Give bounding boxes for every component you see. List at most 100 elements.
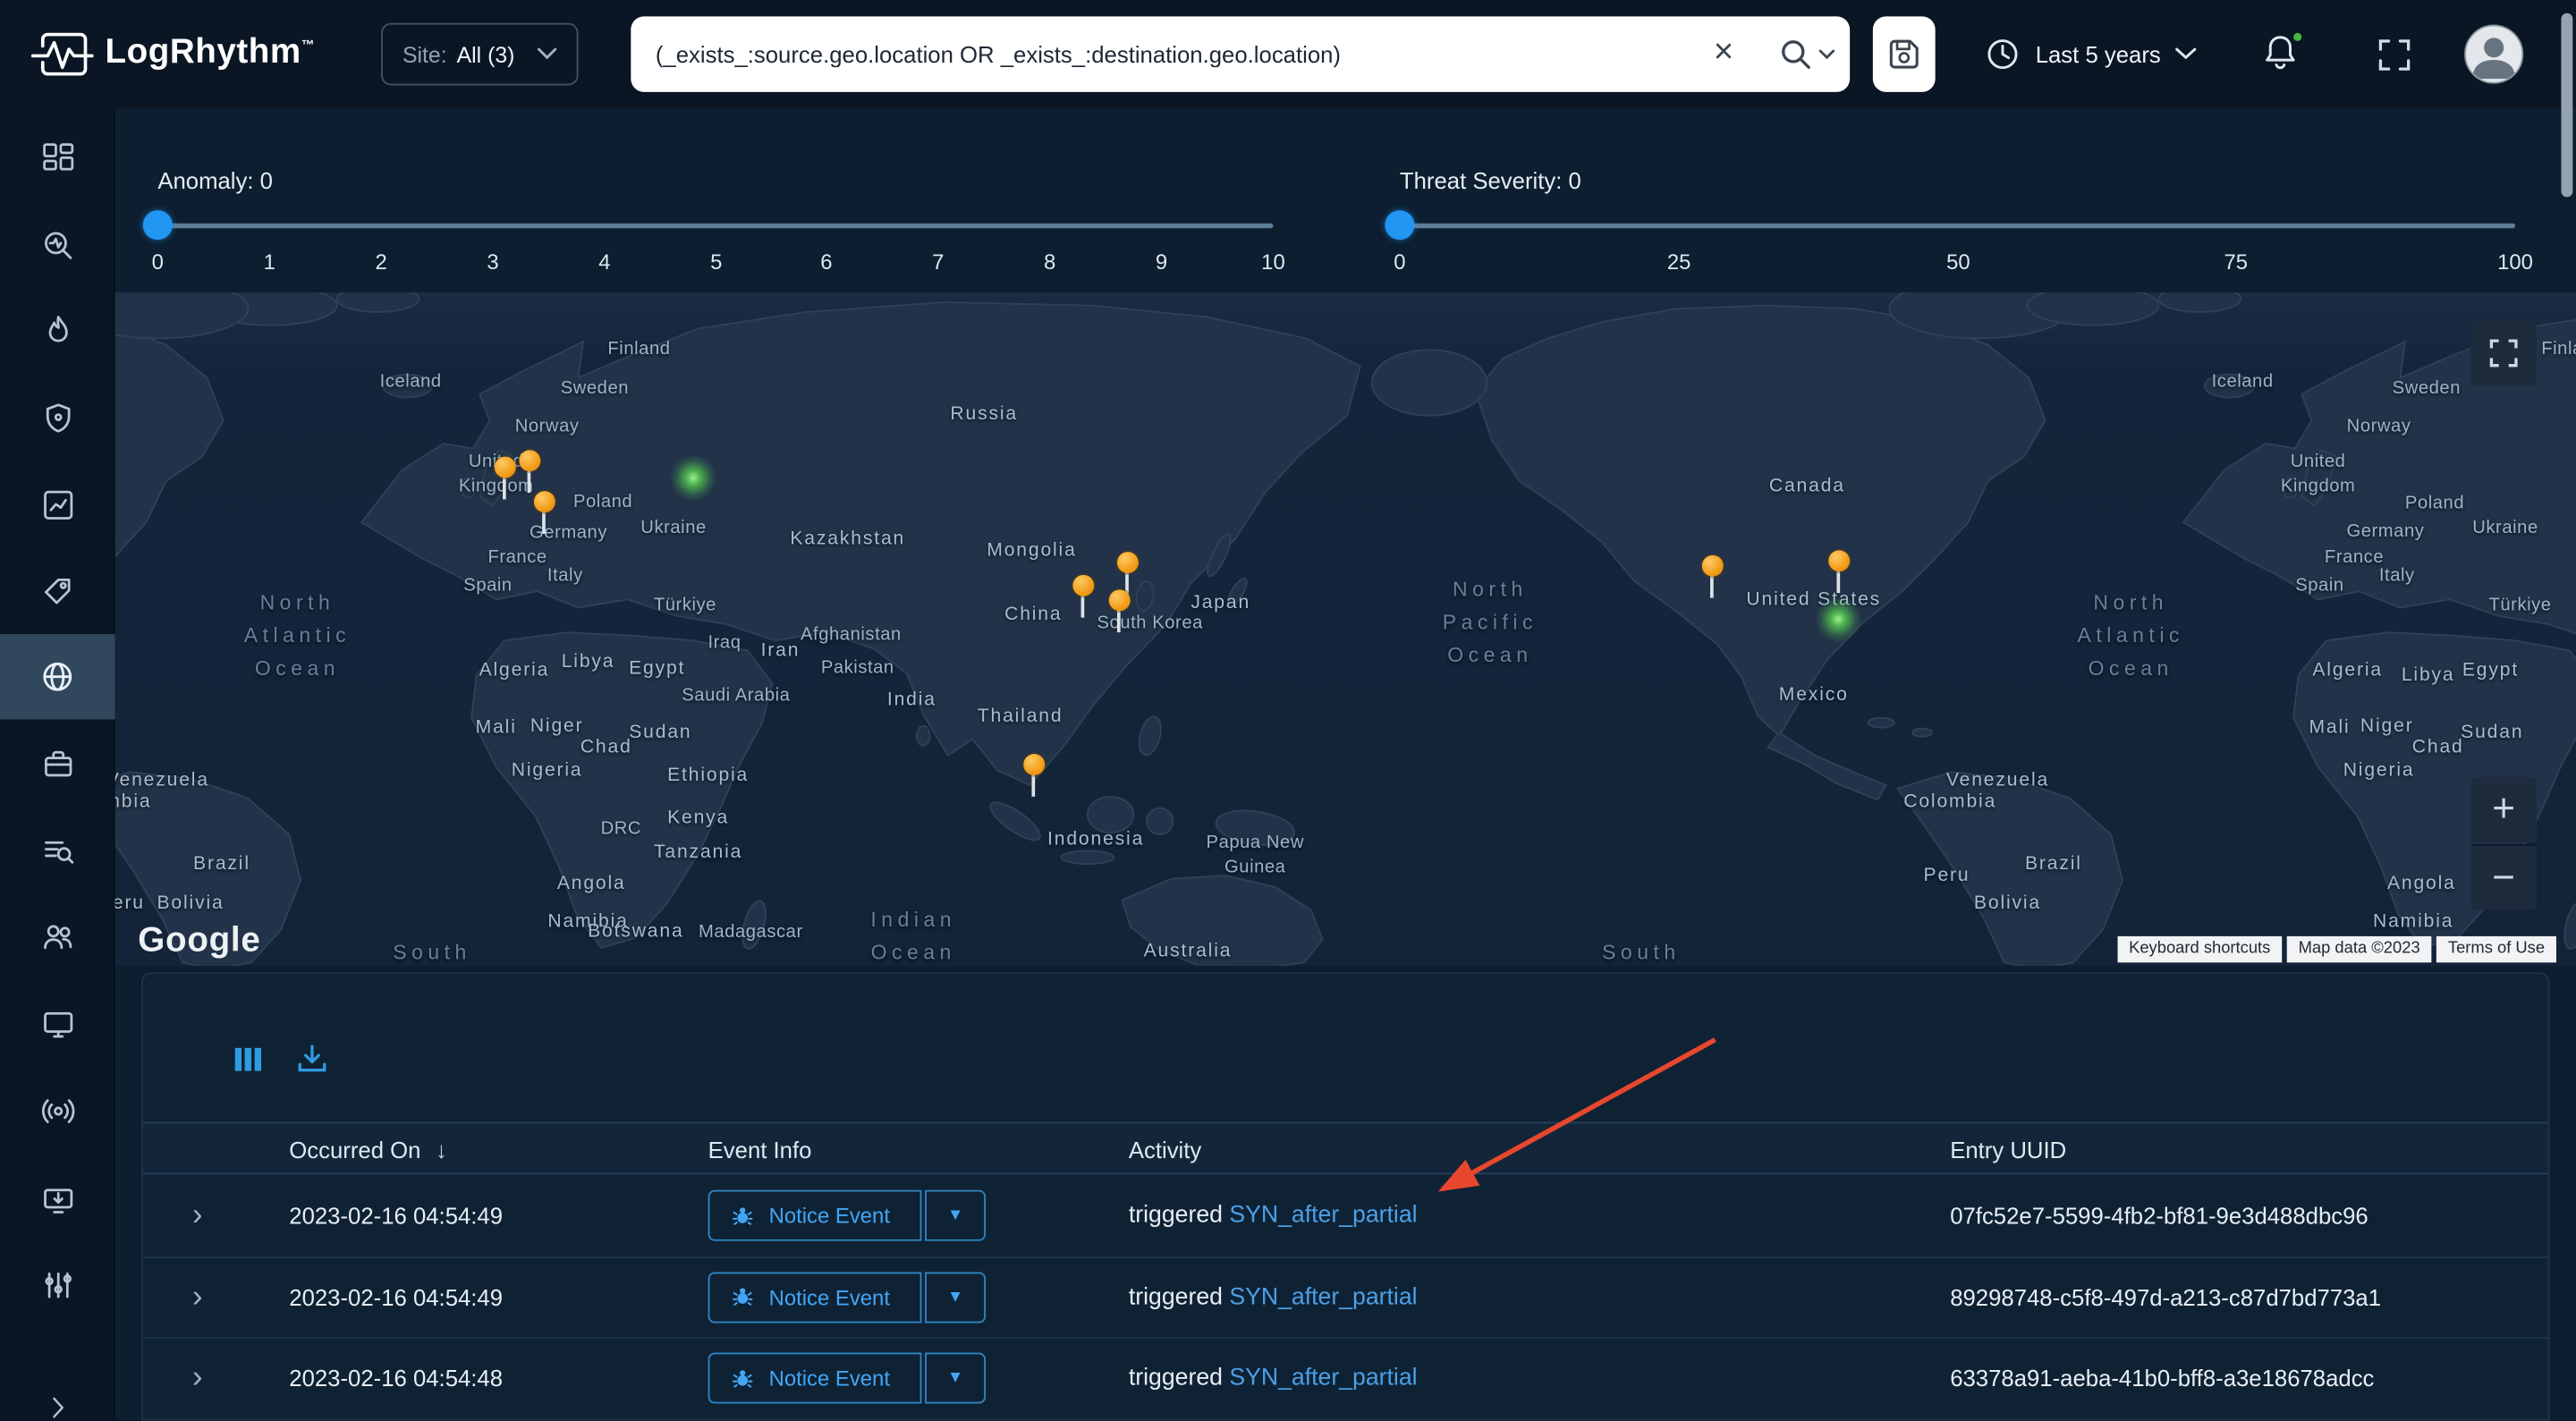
- save-search-button[interactable]: [1873, 16, 1936, 91]
- anomaly-tick-label: 9: [1156, 250, 1167, 275]
- map-country-label: Iran: [761, 639, 801, 664]
- activity-link[interactable]: SYN_after_partial: [1229, 1284, 1417, 1310]
- nav-tags[interactable]: [0, 562, 115, 621]
- nav-network-activity[interactable]: [0, 1081, 115, 1140]
- map-country-label: Namibia: [2373, 910, 2453, 935]
- map-country-label: Nigeria: [2343, 759, 2415, 784]
- column-header-event-info[interactable]: Event Info: [708, 1123, 812, 1176]
- briefcase-icon: [40, 747, 75, 782]
- nav-searches[interactable]: [0, 821, 115, 880]
- map-attribution-item[interactable]: Map data ©2023: [2287, 936, 2432, 962]
- map-country-label: Ethiopia: [667, 765, 749, 790]
- notice-event-dropdown[interactable]: ▼: [925, 1272, 986, 1323]
- nav-security[interactable]: [0, 387, 115, 446]
- map-country-label: DRC: [601, 817, 641, 842]
- search-submit[interactable]: [1777, 36, 1835, 72]
- export-download-button[interactable]: [296, 1043, 329, 1084]
- column-header-entry-uuid[interactable]: Entry UUID: [1950, 1123, 2066, 1176]
- time-range-selector[interactable]: Last 5 years: [1985, 30, 2197, 79]
- map-country-label: Germany: [530, 521, 607, 546]
- minus-icon: −: [2492, 859, 2515, 898]
- nav-monitors[interactable]: [0, 994, 115, 1053]
- chevron-right-icon: [43, 1393, 72, 1421]
- pin-head: [1072, 575, 1093, 596]
- sliders-icon: [40, 1267, 75, 1302]
- notice-event-dropdown[interactable]: ▼: [925, 1353, 986, 1404]
- map-country-label: Peru: [115, 892, 145, 918]
- threat-slider-thumb[interactable]: [1385, 210, 1414, 240]
- anomaly-tick-label: 10: [1261, 250, 1285, 275]
- map-attribution-item[interactable]: Keyboard shortcuts: [2117, 936, 2282, 962]
- event-info-cell: Notice Event ▼: [708, 1353, 986, 1404]
- row-expand-chevron[interactable]: ›: [192, 1281, 203, 1313]
- entry-uuid-cell: 63378a91-aeba-41b0-bff8-a3e18678adcc: [1950, 1366, 2374, 1391]
- map-country-label: United States: [1746, 588, 1881, 613]
- map-country-label: Niger: [2360, 715, 2414, 740]
- activity-link[interactable]: SYN_after_partial: [1229, 1203, 1417, 1229]
- pin-head: [1701, 555, 1723, 577]
- search-query-input[interactable]: [631, 16, 1850, 91]
- row-expand-chevron[interactable]: ›: [192, 1363, 203, 1394]
- map-country-label: Madagascar: [699, 921, 803, 945]
- dashboard-icon: [40, 140, 75, 175]
- column-settings-button[interactable]: [235, 1046, 263, 1081]
- nav-deployment[interactable]: [0, 1170, 115, 1229]
- report-chart-icon: [40, 487, 75, 522]
- notice-event-button[interactable]: Notice Event: [708, 1272, 922, 1323]
- nav-geo-map[interactable]: [0, 647, 115, 706]
- clear-search-icon[interactable]: ×: [1714, 35, 1734, 71]
- table-row: › 2023-02-16 04:54:49 Notice Event ▼ tri…: [143, 1257, 2548, 1339]
- map-zoom-in-button[interactable]: +: [2470, 777, 2536, 842]
- threat-tick-label: 0: [1394, 250, 1405, 275]
- nav-reports[interactable]: [0, 475, 115, 534]
- activity-link[interactable]: SYN_after_partial: [1229, 1366, 1417, 1391]
- map-fullscreen-button[interactable]: [2470, 320, 2536, 385]
- monitor-icon: [40, 1006, 75, 1041]
- nav-cases[interactable]: [0, 734, 115, 793]
- table-row: › 2023-02-16 04:54:48 Notice Event ▼ tri…: [143, 1339, 2548, 1420]
- occurred-on-cell: 2023-02-16 04:54:49: [289, 1284, 503, 1310]
- notice-event-button[interactable]: Notice Event: [708, 1353, 922, 1404]
- nav-expand-collapse[interactable]: [0, 1378, 115, 1421]
- nav-settings[interactable]: [0, 1255, 115, 1314]
- bug-icon: [731, 1367, 754, 1391]
- users-icon: [40, 919, 75, 954]
- nav-threat-activity[interactable]: [0, 300, 115, 359]
- notice-event-dropdown[interactable]: ▼: [925, 1190, 986, 1241]
- map-country-label: Botswana: [588, 920, 683, 945]
- threat-slider-track[interactable]: [1400, 224, 2515, 229]
- anomaly-slider-thumb[interactable]: [143, 210, 173, 240]
- site-selector[interactable]: Site: All (3): [381, 23, 578, 86]
- sort-descending-icon[interactable]: ↓: [436, 1137, 447, 1163]
- map-zoom-out-button[interactable]: −: [2470, 844, 2536, 909]
- google-logo[interactable]: Google: [138, 921, 260, 960]
- flame-icon: [40, 313, 75, 348]
- nav-people[interactable]: [0, 907, 115, 966]
- map-ocean-label: North Pacific Ocean: [1443, 573, 1538, 672]
- nav-dashboard[interactable]: [0, 128, 115, 187]
- nav-search-analytics[interactable]: [0, 216, 115, 275]
- anomaly-slider-track[interactable]: [157, 224, 1273, 229]
- pin-head: [1022, 754, 1044, 775]
- map-attribution-item[interactable]: Terms of Use: [2436, 936, 2556, 962]
- globe-icon: [39, 659, 75, 695]
- geo-events-map[interactable]: North Atlantic Ocean Indian Ocean North …: [115, 292, 2576, 966]
- map-country-label: Pakistan: [821, 656, 894, 681]
- map-country-label: Iceland: [2212, 370, 2274, 394]
- download-icon: [296, 1043, 329, 1076]
- notification-badge-dot: [2290, 30, 2305, 45]
- row-expand-chevron[interactable]: ›: [192, 1200, 203, 1231]
- map-country-label: Brazil: [2025, 853, 2082, 878]
- map-landmasses: [115, 292, 2576, 966]
- activity-cell: triggered SYN_after_partial: [1129, 1366, 1418, 1391]
- column-header-activity[interactable]: Activity: [1129, 1123, 1201, 1176]
- pin-stick: [542, 509, 546, 534]
- notifications-button[interactable]: [2260, 33, 2303, 76]
- fullscreen-button[interactable]: [2377, 38, 2412, 80]
- notice-event-button[interactable]: Notice Event: [708, 1190, 922, 1241]
- anomaly-tick-label: 3: [487, 250, 498, 275]
- column-header-occurred-on[interactable]: Occurred On↓: [289, 1123, 447, 1176]
- user-avatar[interactable]: [2464, 25, 2523, 84]
- page-scrollbar[interactable]: [2561, 13, 2572, 198]
- map-event-glow: [670, 455, 716, 501]
